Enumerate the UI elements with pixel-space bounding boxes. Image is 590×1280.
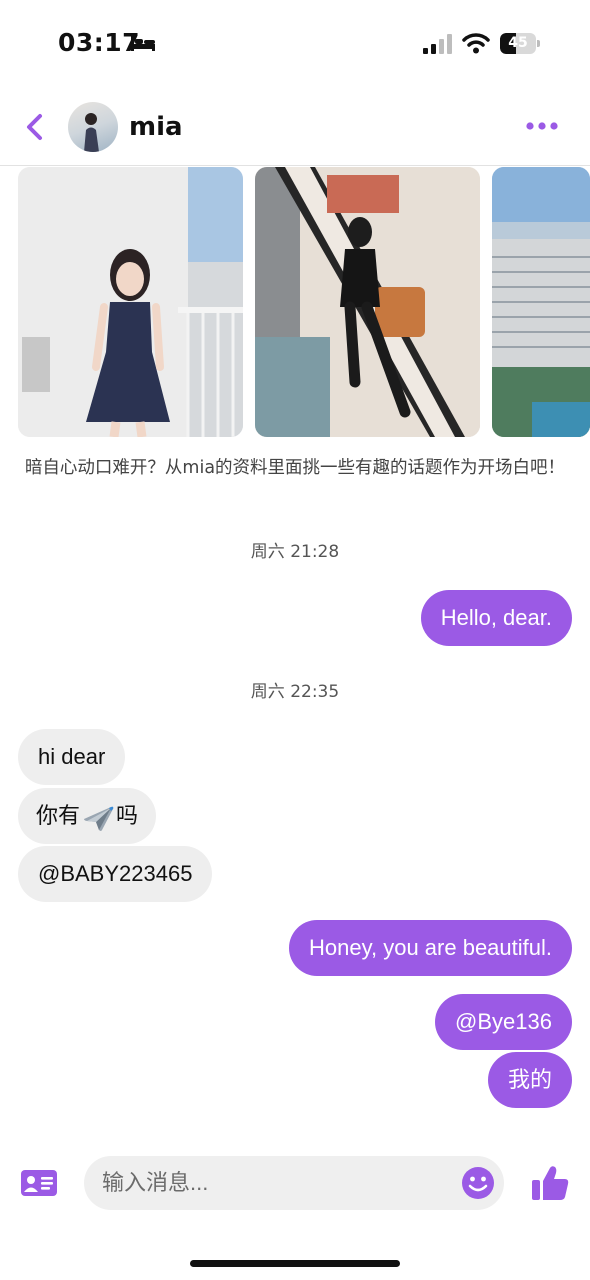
message-text-part: 你有 <box>36 803 81 828</box>
conversation-starter-hint: 暗自心动口难开？从mia的资料里面挑一些有趣的话题作为开场白吧！ <box>24 458 566 478</box>
like-icon[interactable] <box>530 1164 570 1202</box>
emoji-icon[interactable] <box>461 1166 495 1200</box>
outgoing-message[interactable]: Hello, dear. <box>420 590 572 646</box>
outgoing-message[interactable]: @Bye136 <box>435 994 572 1050</box>
incoming-message[interactable]: hi dear <box>18 729 126 785</box>
profile-photo-strip[interactable] <box>0 167 590 439</box>
chat-header: mia <box>0 88 590 166</box>
battery-icon: 45 <box>500 33 540 54</box>
avatar[interactable] <box>68 102 118 152</box>
airplane-emoji-icon <box>84 806 114 832</box>
profile-photo-3-image <box>492 167 590 437</box>
wifi-icon <box>462 33 490 54</box>
outgoing-message[interactable]: Honey, you are beautiful. <box>289 920 572 976</box>
avatar-person-icon <box>84 113 99 152</box>
message-timestamp: 周六 21:28 <box>250 542 340 562</box>
back-icon[interactable] <box>22 112 48 142</box>
incoming-message[interactable]: @BABY223465 <box>18 846 213 902</box>
bed-icon <box>131 36 155 51</box>
outgoing-message[interactable]: 我的 <box>487 1052 572 1108</box>
contact-name[interactable]: mia <box>129 112 183 142</box>
contact-card-icon[interactable] <box>20 1168 58 1198</box>
profile-photo-2-image <box>255 167 480 437</box>
incoming-message[interactable]: 你有 吗 <box>18 788 157 844</box>
message-timestamp: 周六 22:35 <box>250 682 340 702</box>
status-time: 03:17 <box>58 28 141 57</box>
message-input[interactable] <box>84 1156 504 1210</box>
profile-photo-2[interactable] <box>255 167 480 437</box>
profile-photo-1-image <box>18 167 243 437</box>
signal-icon <box>423 34 452 54</box>
battery-level: 45 <box>508 35 528 51</box>
profile-photo-1[interactable] <box>18 167 243 437</box>
profile-photo-3[interactable] <box>492 167 590 437</box>
more-icon[interactable] <box>525 120 559 132</box>
message-text-part: 吗 <box>116 803 139 828</box>
home-indicator[interactable] <box>190 1260 400 1267</box>
status-bar: 03:17 45 <box>0 0 590 88</box>
